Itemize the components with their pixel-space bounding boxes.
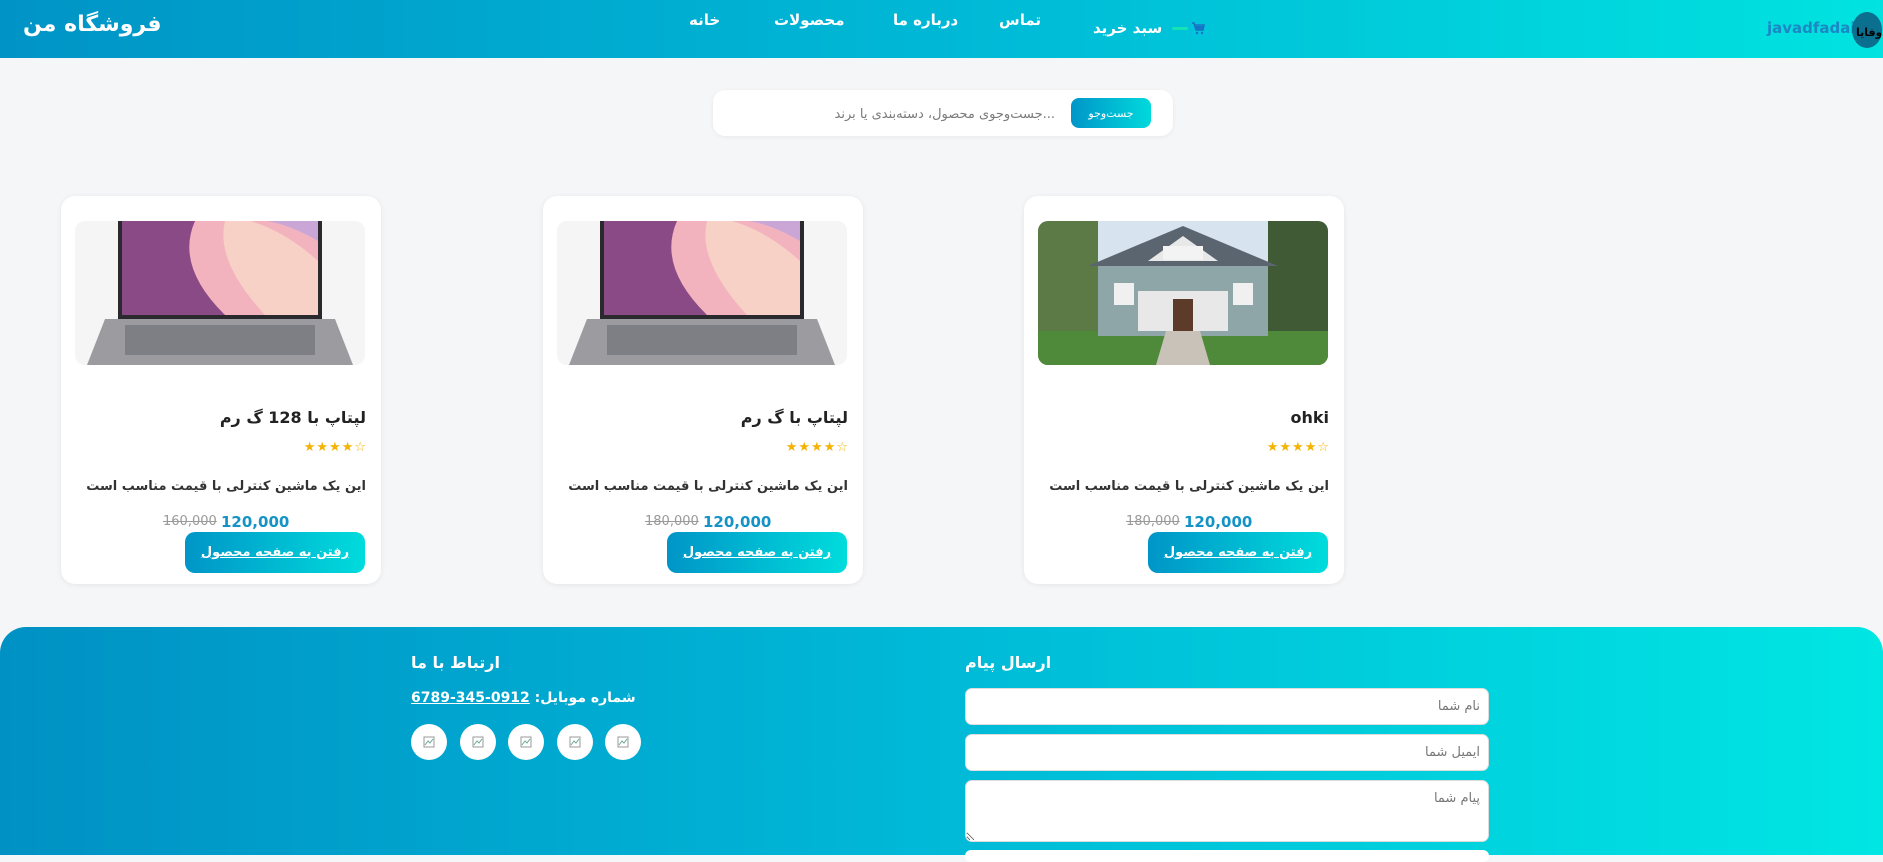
social-link[interactable]: [508, 724, 544, 760]
contact-title: ارتباط با ما: [411, 653, 500, 672]
search-bar: جست‌وجو: [713, 90, 1173, 136]
search-input[interactable]: [733, 98, 1057, 130]
product-description: این یک ماشین کنترلی با قیمت مناسب است: [1049, 479, 1329, 494]
send-button[interactable]: [965, 850, 1489, 862]
star-icon: ★: [1304, 440, 1317, 455]
nav-about[interactable]: درباره ما: [893, 11, 958, 29]
phone-info: شماره موبایل: 0912-345-6789: [411, 690, 636, 706]
top-navbar: فروشگاه من خانه محصولات درباره ما تماس س…: [0, 0, 1883, 58]
cart-icon[interactable]: [1191, 21, 1205, 35]
message-title: ارسال پیام: [965, 653, 1052, 672]
laptop-image[interactable]: [557, 221, 847, 365]
star-icon: ★: [329, 440, 341, 455]
star-icon: ★: [316, 440, 329, 455]
star-icon: ★: [1266, 440, 1279, 455]
site-brand[interactable]: فروشگاه من: [23, 12, 162, 37]
search-button[interactable]: جست‌وجو: [1071, 98, 1151, 128]
product-title[interactable]: لپتاپ با گ رم: [741, 408, 848, 427]
half-star-icon: ☆: [354, 440, 366, 455]
message-field[interactable]: [965, 780, 1489, 842]
product-card: لپتاپ با گ رم ★ ★ ★ ★ ☆ این یک ماشین کنترلی …: [543, 196, 863, 584]
product-description: این یک ماشین کنترلی با قیمت مناسب است: [568, 479, 848, 494]
laptop-image[interactable]: [75, 221, 365, 365]
product-title[interactable]: لپتاپ با 128 گ رم: [220, 408, 366, 427]
cart-link[interactable]: سبد خرید: [1093, 19, 1189, 37]
price: 120,000: [221, 513, 290, 531]
avatar-text: وفایا: [1856, 26, 1882, 39]
rating-stars: ★ ★ ★ ★ ☆: [1267, 440, 1329, 455]
footer: ارتباط با ما شماره موبایل: 0912-345-6789…: [0, 627, 1883, 862]
phone-label: شماره موبایل:: [534, 690, 636, 706]
social-link[interactable]: [605, 724, 641, 760]
product-description: این یک ماشین کنترلی با قیمت مناسب است: [86, 479, 366, 494]
broken-image-icon: [472, 736, 484, 748]
name-field[interactable]: [965, 688, 1489, 725]
broken-image-icon: [569, 736, 581, 748]
view-product-button[interactable]: رفتن به صفحه محصول: [185, 532, 365, 573]
social-link[interactable]: [411, 724, 447, 760]
nav-contact[interactable]: تماس: [999, 11, 1041, 29]
house-image[interactable]: [1038, 221, 1328, 365]
cart-label: سبد خرید: [1093, 19, 1163, 37]
product-title[interactable]: ohki: [1290, 408, 1329, 427]
broken-image-icon: [520, 736, 532, 748]
broken-image-icon: [423, 736, 435, 748]
nav-home[interactable]: خانه: [689, 11, 720, 29]
old-price: 180,000: [645, 514, 699, 529]
social-link[interactable]: [460, 724, 496, 760]
rating-stars: ★ ★ ★ ★ ☆: [786, 440, 848, 455]
old-price: 180,000: [1126, 514, 1180, 529]
phone-link[interactable]: 0912-345-6789: [411, 690, 530, 706]
view-product-button[interactable]: رفتن به صفحه محصول: [667, 532, 847, 573]
rating-stars: ★ ★ ★ ★ ☆: [304, 440, 366, 455]
old-price: 160,000: [163, 514, 217, 529]
email-field[interactable]: [965, 734, 1489, 771]
star-icon: ★: [341, 440, 354, 455]
product-card: ohki ★ ★ ★ ★ ☆ این یک ماشین کنترلی با قیمت م…: [1024, 196, 1344, 584]
star-icon: ★: [303, 440, 316, 455]
star-icon: ★: [798, 440, 811, 455]
star-icon: ★: [1292, 440, 1304, 455]
star-icon: ★: [1279, 440, 1292, 455]
social-link[interactable]: [557, 724, 593, 760]
broken-image-icon: [617, 736, 629, 748]
price: 120,000: [703, 513, 772, 531]
username[interactable]: javadfadaii: [1767, 19, 1861, 37]
star-icon: ★: [823, 440, 836, 455]
star-icon: ★: [811, 440, 823, 455]
nav-products[interactable]: محصولات: [774, 11, 845, 29]
price: 120,000: [1184, 513, 1253, 531]
cart-indicator: [1172, 26, 1189, 30]
avatar[interactable]: وفایا: [1852, 12, 1882, 48]
view-product-button[interactable]: رفتن به صفحه محصول: [1148, 532, 1328, 573]
half-star-icon: ☆: [1317, 440, 1329, 455]
product-card: لپتاپ با 128 گ رم ★ ★ ★ ★ ☆ این یک ماشین کنت…: [61, 196, 381, 584]
half-star-icon: ☆: [836, 440, 848, 455]
star-icon: ★: [785, 440, 798, 455]
